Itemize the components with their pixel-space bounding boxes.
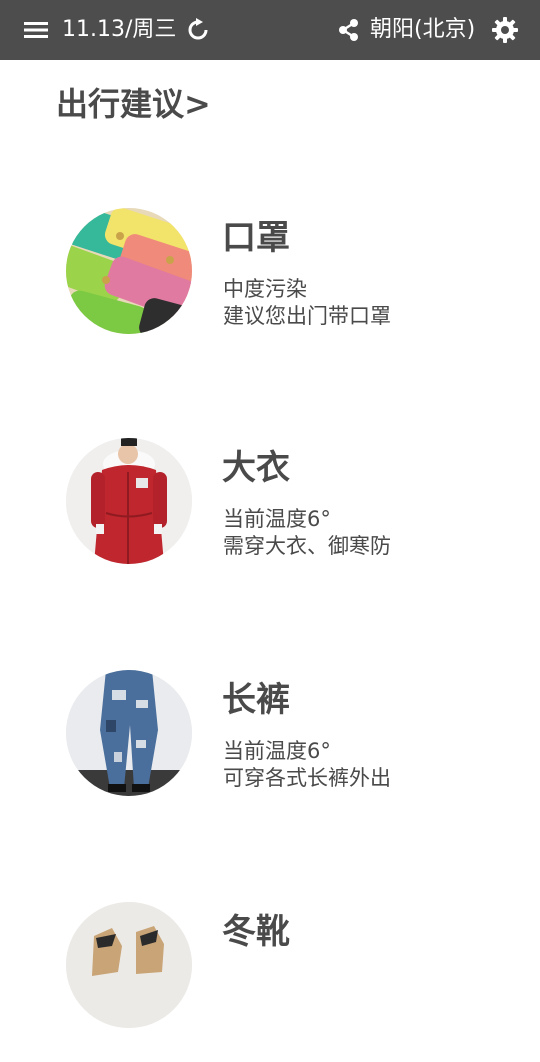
- item-advice: 可穿各式长裤外出: [223, 766, 391, 790]
- item-title: 大衣: [222, 448, 290, 488]
- item-title: 口罩: [222, 218, 290, 258]
- refresh-icon[interactable]: [186, 18, 210, 42]
- top-app-bar: 11.13/周三 朝阳(北京): [0, 0, 540, 60]
- item-status: 中度污染: [223, 277, 307, 301]
- item-advice: 建议您出门带口罩: [223, 304, 391, 328]
- red-coat-photo: [66, 438, 192, 564]
- item-title: 长裤: [222, 680, 290, 720]
- advice-item-coat[interactable]: 大衣 当前温度6° 需穿大衣、御寒防: [0, 438, 540, 598]
- item-status: 当前温度6°: [223, 739, 331, 763]
- jeans-photo: [66, 670, 192, 796]
- item-title: 冬靴: [222, 912, 290, 952]
- settings-icon[interactable]: [492, 17, 518, 43]
- item-status: 当前温度6°: [223, 507, 331, 531]
- date-label: 11.13/周三: [62, 17, 177, 42]
- advice-item-mask[interactable]: 口罩 中度污染 建议您出门带口罩: [0, 208, 540, 368]
- menu-icon[interactable]: [24, 18, 48, 42]
- city-label[interactable]: 朝阳(北京): [370, 15, 475, 45]
- share-icon[interactable]: [338, 18, 360, 42]
- winter-boots-photo: [66, 902, 192, 1028]
- travel-advice-title[interactable]: 出行建议>: [56, 82, 211, 126]
- advice-item-trousers[interactable]: 长裤 当前温度6° 可穿各式长裤外出: [0, 670, 540, 830]
- item-advice: 需穿大衣、御寒防: [223, 534, 391, 558]
- masks-photo: [66, 208, 192, 334]
- advice-item-boots[interactable]: 冬靴: [0, 902, 540, 1062]
